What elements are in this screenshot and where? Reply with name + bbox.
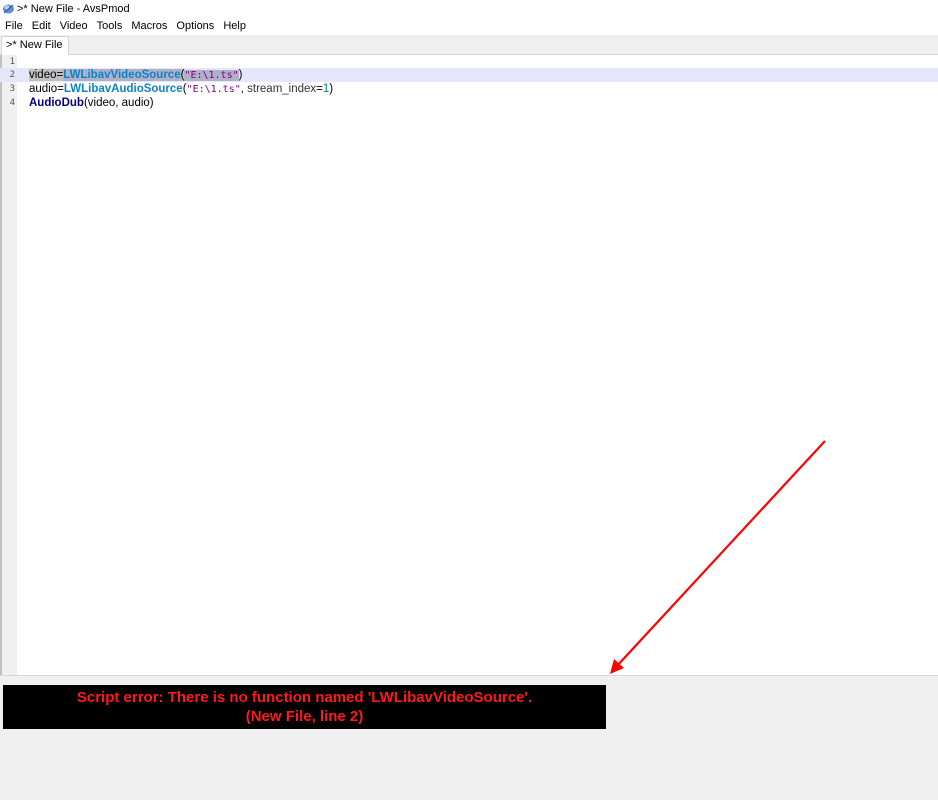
code-text: video=LWLibavVideoSource("E:\1.ts") [29,68,242,83]
title-bar: >* New File - AvsPmod [0,0,938,18]
token-parameter: stream_index [247,83,317,95]
code-line-2[interactable]: 2 video=LWLibavVideoSource("E:\1.ts") [0,68,938,82]
token-arguments: (video, audio) [83,97,154,109]
token-function: LWLibavAudioSource [63,83,183,95]
line-number: 1 [9,57,15,67]
line-number: 2 [9,70,15,80]
token-function: LWLibavVideoSource [63,69,181,81]
token-variable: video [29,69,57,81]
tab-bar: >* New File [0,35,938,55]
menu-edit[interactable]: Edit [28,18,55,35]
menu-bar: File Edit Video Tools Macros Options Hel… [0,18,938,35]
code-line-4[interactable]: 4 AudioDub(video, audio) [0,96,938,110]
code-line-1[interactable]: 1 [0,55,938,69]
menu-tools[interactable]: Tools [93,18,127,35]
error-text-line-1: Script error: There is no function named… [76,689,533,706]
token-function: AudioDub [29,97,84,109]
token-string: "E:\1.ts" [186,84,241,95]
window-title: >* New File - AvsPmod [17,3,130,15]
menu-options[interactable]: Options [172,18,218,35]
token-operator: = [316,83,323,95]
menu-macros[interactable]: Macros [127,18,171,35]
line-number: 4 [9,98,15,108]
token-operator: = [57,83,64,95]
video-preview-pane: Script error: There is no function named… [0,682,938,800]
code-line-3[interactable]: 3 audio=LWLibavAudioSource("E:\1.ts", st… [0,82,938,96]
menu-file[interactable]: File [1,18,27,35]
script-error-message: Script error: There is no function named… [3,685,606,729]
menu-video[interactable]: Video [56,18,92,35]
line-number: 3 [9,84,15,94]
script-editor[interactable]: 1 2 video=LWLibavVideoSource("E:\1.ts") … [0,55,938,675]
avspmod-app-icon [3,4,14,14]
token-paren: ) [329,83,334,95]
menu-help[interactable]: Help [219,18,250,35]
token-variable: audio [29,83,58,95]
code-text: AudioDub(video, audio) [29,96,154,110]
tab-new-file[interactable]: >* New File [1,36,69,55]
line-number-gutter [2,55,17,675]
error-text-line-2: (New File, line 2) [245,708,364,725]
code-text: audio=LWLibavAudioSource("E:\1.ts", stre… [29,82,333,97]
fold-margin [17,55,28,675]
token-string: "E:\1.ts" [184,70,239,81]
token-paren: ) [238,69,243,81]
